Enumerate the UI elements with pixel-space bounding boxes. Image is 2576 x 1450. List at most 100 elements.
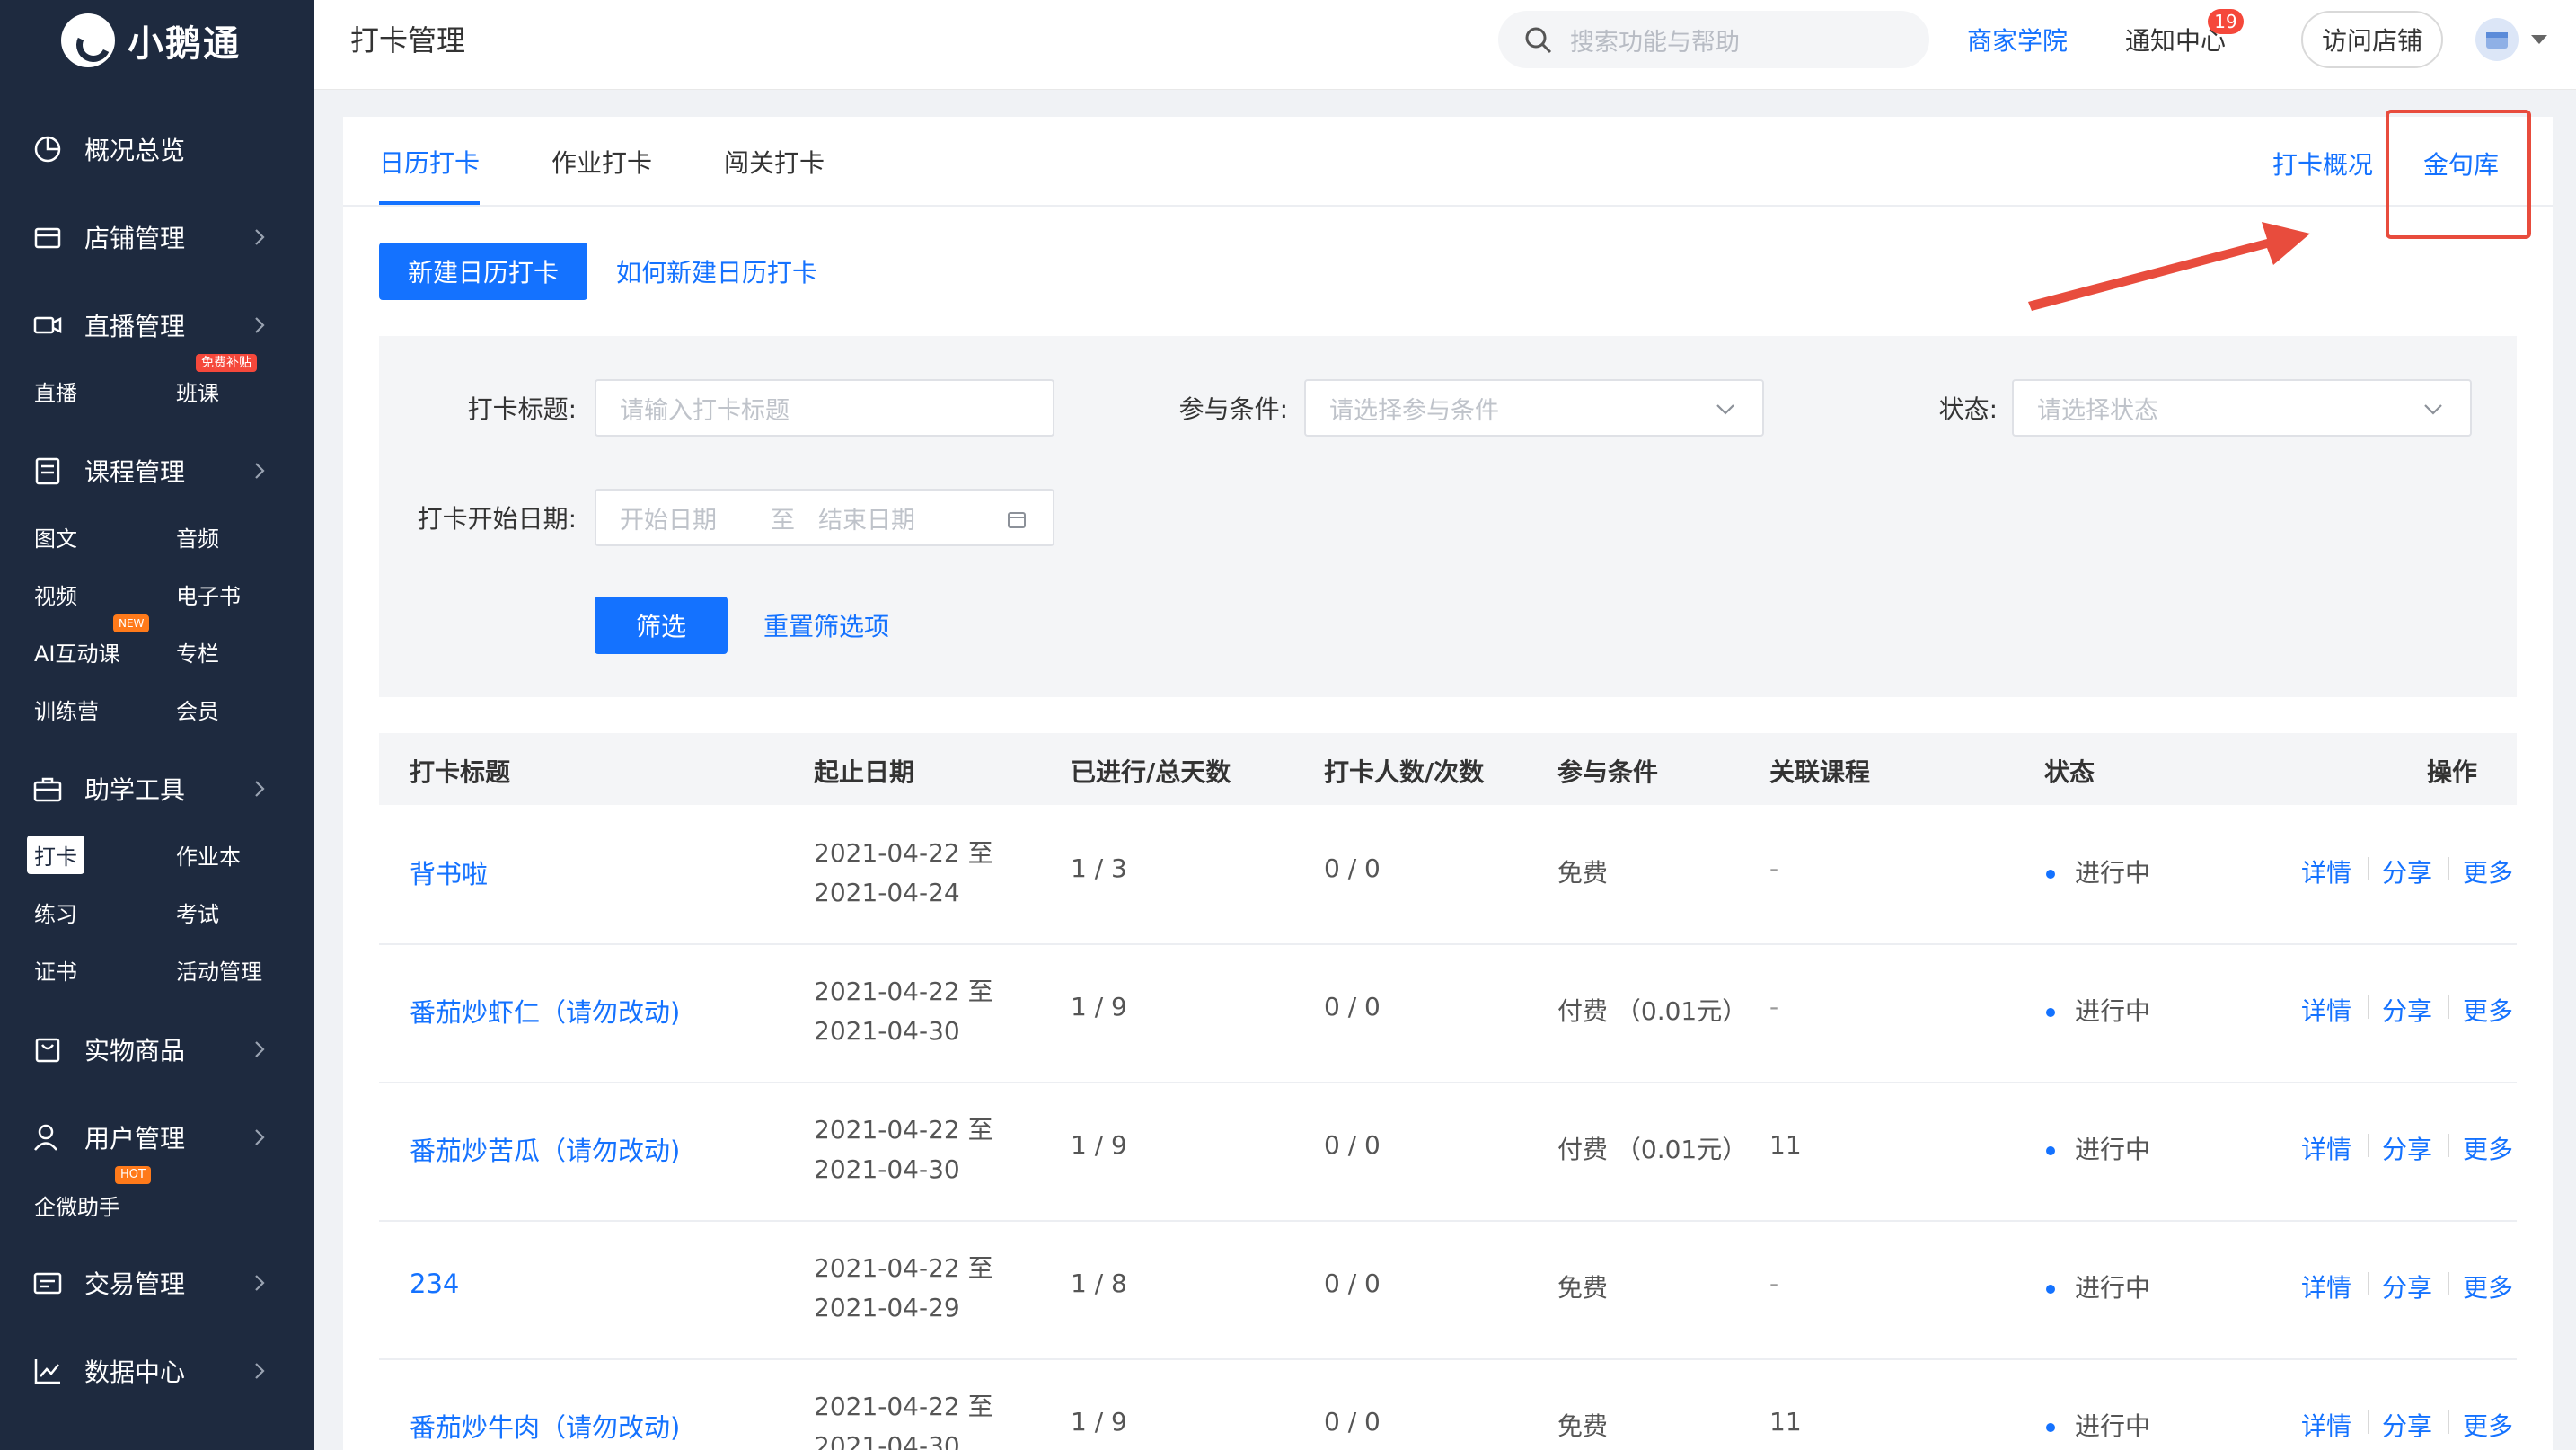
op-divider	[2448, 1272, 2449, 1295]
nav-data[interactable]: 数据中心	[0, 1344, 314, 1398]
sidebar-item-wecom[interactable]: 企微助手	[34, 1189, 120, 1221]
status-dot-icon	[2046, 1423, 2055, 1432]
search-icon	[1525, 27, 1552, 54]
sidebar-item-member[interactable]: 会员	[176, 694, 219, 725]
sidebar-item-ebook[interactable]: 电子书	[176, 579, 241, 610]
nav-live-label: 直播管理	[84, 312, 186, 341]
row-title-link[interactable]: 番茄炒苦瓜（请勿改动)	[410, 1130, 680, 1168]
row-condition: 付费 （0.01元）	[1557, 1135, 1748, 1164]
more-link[interactable]: 更多	[2463, 853, 2513, 889]
detail-link[interactable]: 详情	[2301, 992, 2351, 1028]
chevron-down-icon	[1716, 404, 1734, 415]
tab-calendar-checkin[interactable]: 日历打卡	[379, 144, 480, 180]
row-title-link[interactable]: 番茄炒虾仁（请勿改动)	[410, 992, 680, 1030]
calendar-icon	[1008, 512, 1026, 528]
filter-button[interactable]: 筛选	[595, 597, 728, 654]
end-date-placeholder: 结束日期	[818, 506, 915, 535]
avatar[interactable]	[2475, 18, 2519, 61]
detail-link[interactable]: 详情	[2301, 1130, 2351, 1166]
detail-link[interactable]: 详情	[2301, 1407, 2351, 1443]
row-title-link[interactable]: 234	[410, 1269, 459, 1299]
nav-store[interactable]: 店铺管理	[0, 210, 314, 264]
sidebar-item-article[interactable]: 图文	[34, 521, 77, 553]
share-link[interactable]: 分享	[2382, 1130, 2432, 1166]
condition-select[interactable]: 请选择参与条件	[1304, 379, 1764, 437]
how-to-create-link[interactable]: 如何新建日历打卡	[616, 253, 817, 289]
status-select[interactable]: 请选择状态	[2012, 379, 2472, 437]
tab-homework-checkin[interactable]: 作业打卡	[551, 144, 652, 180]
row-date-range: 2021-04-22 至 2021-04-30	[814, 1110, 993, 1189]
tab-level-checkin[interactable]: 闯关打卡	[724, 144, 825, 180]
sidebar-item-exam[interactable]: 考试	[176, 897, 219, 928]
nav-goods[interactable]: 实物商品	[0, 1022, 314, 1076]
row-title-link[interactable]: 背书啦	[410, 853, 488, 891]
status-dot-icon	[2046, 1008, 2055, 1017]
academy-link[interactable]: 商家学院	[1967, 22, 2068, 57]
visit-store-button[interactable]: 访问店铺	[2301, 11, 2443, 68]
brand[interactable]: 小鹅通	[61, 13, 241, 68]
checkin-overview-link[interactable]: 打卡概况	[2272, 146, 2373, 181]
title-filter-input[interactable]: 请输入打卡标题	[595, 379, 1054, 437]
row-start-date: 2021-04-22 至	[814, 838, 993, 868]
nav-course[interactable]: 课程管理	[0, 444, 314, 498]
table-row: 番茄炒牛肉（请勿改动) 2021-04-22 至 2021-04-30 1 / 9…	[379, 1360, 2517, 1450]
sidebar-item-checkin[interactable]: 打卡	[27, 836, 84, 874]
row-condition: 免费	[1557, 1273, 1609, 1303]
row-title-link[interactable]: 番茄炒牛肉（请勿改动)	[410, 1407, 680, 1445]
date-filter-label: 打卡开始日期:	[417, 504, 577, 534]
caret-down-icon[interactable]	[2529, 32, 2549, 47]
brand-name: 小鹅通	[128, 23, 241, 65]
sidebar-item-practice[interactable]: 练习	[34, 897, 77, 928]
annotation-highlight-box	[2386, 110, 2531, 239]
tab-bar: 日历打卡 作业打卡 闯关打卡 打卡概况 金句库	[343, 117, 2553, 207]
row-course: 11	[1769, 1407, 1802, 1437]
sidebar-item-video[interactable]: 视频	[34, 579, 77, 610]
sidebar-item-cert[interactable]: 证书	[34, 954, 77, 986]
nav-tools-label: 助学工具	[84, 775, 186, 805]
sidebar-item-homework[interactable]: 作业本	[176, 839, 241, 871]
chevron-right-icon	[255, 1275, 265, 1291]
row-progress: 1 / 9	[1071, 992, 1127, 1021]
more-link[interactable]: 更多	[2463, 1269, 2513, 1304]
share-link[interactable]: 分享	[2382, 992, 2432, 1028]
chevron-right-icon	[255, 1129, 265, 1145]
nav-overview[interactable]: 概况总览	[0, 122, 314, 176]
table-row: 番茄炒虾仁（请勿改动) 2021-04-22 至 2021-04-30 1 / 9…	[379, 945, 2517, 1083]
free-subsidy-badge: 免费补贴	[196, 354, 257, 372]
col-date-header: 起止日期	[814, 757, 915, 787]
sidebar-item-column[interactable]: 专栏	[176, 636, 219, 668]
row-date-range: 2021-04-22 至 2021-04-30	[814, 972, 993, 1051]
detail-link[interactable]: 详情	[2301, 1269, 2351, 1304]
nav-live[interactable]: 直播管理	[0, 298, 314, 352]
date-range-picker[interactable]: 开始日期 至 结束日期	[595, 489, 1054, 546]
nav-user[interactable]: 用户管理	[0, 1110, 314, 1164]
sidebar-item-activity[interactable]: 活动管理	[176, 954, 262, 986]
detail-link[interactable]: 详情	[2301, 853, 2351, 889]
search-input[interactable]: 搜索功能与帮助	[1498, 11, 1929, 68]
nav-goods-label: 实物商品	[84, 1036, 186, 1065]
sidebar-item-camp[interactable]: 训练营	[34, 694, 99, 725]
pie-chart-icon	[34, 136, 61, 163]
row-progress: 1 / 9	[1071, 1407, 1127, 1437]
new-calendar-checkin-button[interactable]: 新建日历打卡	[379, 243, 587, 300]
start-date-placeholder: 开始日期	[620, 506, 717, 535]
row-end-date: 2021-04-30	[814, 1154, 960, 1184]
more-link[interactable]: 更多	[2463, 992, 2513, 1028]
chevron-right-icon	[255, 1041, 265, 1057]
sidebar-item-audio[interactable]: 音频	[176, 521, 219, 553]
sidebar-item-live[interactable]: 直播	[34, 376, 77, 407]
share-link[interactable]: 分享	[2382, 1269, 2432, 1304]
share-link[interactable]: 分享	[2382, 1407, 2432, 1443]
row-progress: 1 / 8	[1071, 1269, 1127, 1298]
more-link[interactable]: 更多	[2463, 1407, 2513, 1443]
more-link[interactable]: 更多	[2463, 1130, 2513, 1166]
op-divider	[2368, 995, 2369, 1019]
sidebar-item-ai-course[interactable]: AI互动课	[34, 636, 120, 668]
sidebar-item-class[interactable]: 班课	[176, 376, 219, 407]
reset-filters-link[interactable]: 重置筛选项	[763, 607, 889, 643]
nav-trade[interactable]: 交易管理	[0, 1256, 314, 1310]
row-start-date: 2021-04-22 至	[814, 977, 993, 1006]
share-link[interactable]: 分享	[2382, 853, 2432, 889]
row-start-date: 2021-04-22 至	[814, 1392, 993, 1421]
nav-tools[interactable]: 助学工具	[0, 762, 314, 816]
